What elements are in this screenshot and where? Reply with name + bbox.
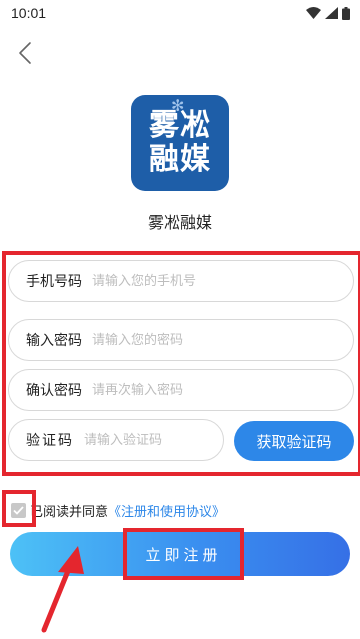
app-name: 雾凇融媒 bbox=[147, 213, 212, 232]
app-logo: ✻ 雾凇 融媒 bbox=[131, 95, 229, 191]
chevron-left-icon bbox=[19, 42, 31, 64]
status-bar: 10:01 bbox=[0, 0, 360, 26]
register-screen: 10:01 ✻ 雾凇融媒 雾凇融媒 手机号码 输入密码 bbox=[0, 0, 360, 639]
agreement-text: 已阅读并同意《注册和使用协议》 bbox=[30, 501, 225, 520]
app-logo-text: 雾凇 融媒 bbox=[149, 108, 211, 177]
signal-icon bbox=[325, 7, 338, 19]
snowflake-icon: ✻ bbox=[171, 96, 185, 115]
status-icons bbox=[306, 6, 350, 20]
agreement-link[interactable]: 《注册和使用协议》 bbox=[108, 505, 225, 520]
battery-icon bbox=[342, 6, 350, 20]
status-time: 10:01 bbox=[11, 5, 47, 21]
back-button[interactable] bbox=[12, 38, 38, 68]
highlight-box-submit bbox=[123, 528, 244, 580]
highlight-box-checkbox bbox=[2, 490, 36, 527]
agreement-row: 已阅读并同意《注册和使用协议》 bbox=[10, 498, 225, 522]
agreement-prefix: 已阅读并同意 bbox=[30, 504, 109, 520]
wifi-icon bbox=[306, 7, 321, 19]
highlight-box-form bbox=[2, 251, 360, 476]
